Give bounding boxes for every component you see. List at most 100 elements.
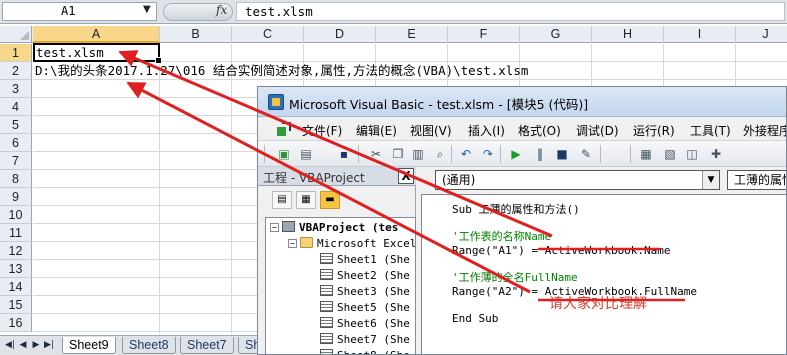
chevron-down-icon[interactable]: ▼: [702, 171, 719, 189]
row-header-8[interactable]: 8: [0, 170, 32, 188]
tree-sheet-4[interactable]: Sheet5 (She: [320, 300, 410, 316]
code-comment-line[interactable]: '工作薄的全名FullName: [452, 271, 578, 285]
code-line[interactable]: End Sub: [452, 312, 498, 326]
column-header-j[interactable]: J: [736, 26, 787, 43]
redo-icon[interactable]: ↷: [480, 146, 496, 162]
tree-sheet-2[interactable]: Sheet2 (She: [320, 268, 410, 284]
row-header-7[interactable]: 7: [0, 152, 32, 170]
column-header: ABCDEFGHIJ: [0, 26, 787, 43]
row-header-13[interactable]: 13: [0, 260, 32, 278]
menu-item-8[interactable]: 外接程序: [743, 122, 786, 139]
tree-sheet-3[interactable]: Sheet3 (She: [320, 284, 410, 300]
name-box[interactable]: A1: [2, 2, 157, 21]
tree-excel-objects-label: Microsoft Excel: [317, 237, 416, 250]
name-box-dropdown-icon[interactable]: ▼: [143, 4, 151, 15]
code-line[interactable]: Sub 工薄的属性和方法(): [452, 203, 580, 217]
column-header-a[interactable]: A: [33, 26, 160, 43]
column-gridline: [159, 44, 160, 334]
column-header-h[interactable]: H: [592, 26, 664, 43]
menu-item-7[interactable]: 工具(T): [690, 122, 731, 139]
view-code-icon[interactable]: ▤: [272, 191, 292, 209]
undo-icon[interactable]: ↶: [458, 146, 474, 162]
menu-item-6[interactable]: 运行(R): [633, 122, 675, 139]
row-header-2[interactable]: 2: [0, 62, 32, 80]
column-header-b[interactable]: B: [160, 26, 232, 43]
row-header-3[interactable]: 3: [0, 80, 32, 98]
tree-sheet-1[interactable]: Sheet1 (She: [320, 252, 410, 268]
row-header-11[interactable]: 11: [0, 224, 32, 242]
tree-sheet-2-label: Sheet2 (She: [337, 269, 410, 282]
object-dropdown[interactable]: (通用) ▼: [435, 170, 720, 190]
collapse-toggle-icon[interactable]: −: [270, 223, 279, 232]
properties-icon[interactable]: ▧: [662, 146, 678, 162]
cell-a2[interactable]: D:\我的头条2017.1.27\016 结合实例简述对象,属性,方法的概念(V…: [35, 62, 528, 80]
design-mode-icon[interactable]: ✎: [578, 146, 594, 162]
project-explorer-icon[interactable]: ▦: [638, 146, 654, 162]
project-explorer-close-button[interactable]: X: [398, 168, 414, 184]
menu-item-3[interactable]: 插入(I): [468, 122, 505, 139]
last-sheet-icon[interactable]: ▶|: [43, 339, 55, 352]
prev-sheet-icon[interactable]: ◀: [17, 339, 29, 352]
menu-item-2[interactable]: 视图(V): [410, 122, 452, 139]
excel-icon[interactable]: ▣: [276, 146, 292, 162]
tree-sheet-5[interactable]: Sheet6 (She: [320, 316, 410, 332]
menu-item-1[interactable]: 编辑(E): [356, 122, 397, 139]
paste-icon[interactable]: ▥: [410, 146, 426, 162]
column-header-f[interactable]: F: [448, 26, 520, 43]
tree-vbaproject[interactable]: − VBAProject (tes: [270, 220, 398, 236]
insert-module-icon[interactable]: ▤: [298, 146, 314, 162]
tree-sheet-7[interactable]: Sheet8 (She: [320, 348, 410, 354]
tree-excel-objects[interactable]: − Microsoft Excel: [288, 236, 416, 252]
sheet-icon: [320, 301, 333, 312]
vba-title-bar[interactable]: Microsoft Visual Basic - test.xlsm - [模块…: [258, 87, 786, 117]
row-header-9[interactable]: 9: [0, 188, 32, 206]
row-header-14[interactable]: 14: [0, 278, 32, 296]
project-explorer: 工程 - VBAProject X ▤ ▦ ▬ − VBAProject (tes…: [258, 167, 416, 354]
select-all-button[interactable]: [0, 26, 32, 43]
procedure-dropdown[interactable]: 工薄的属性: [727, 170, 786, 190]
row-header-4[interactable]: 4: [0, 98, 32, 116]
tree-sheet-4-label: Sheet5 (She: [337, 301, 410, 314]
sheet-tab-sheet7[interactable]: Sheet7: [180, 337, 234, 354]
column-header-c[interactable]: C: [232, 26, 304, 43]
sheet-icon: [320, 349, 333, 354]
reset-icon[interactable]: ■: [554, 146, 570, 162]
row-header-6[interactable]: 6: [0, 134, 32, 152]
column-header-i[interactable]: I: [664, 26, 736, 43]
view-object-icon[interactable]: ▦: [296, 191, 316, 209]
object-browser-icon[interactable]: ◫: [684, 146, 700, 162]
sheet-tab-sheet9[interactable]: Sheet9: [62, 337, 116, 354]
collapse-toggle-icon[interactable]: −: [288, 239, 297, 248]
row-header-12[interactable]: 12: [0, 242, 32, 260]
toolbar-separator: [630, 145, 631, 163]
cell-a1[interactable]: test.xlsm: [33, 43, 162, 64]
run-icon[interactable]: ▶: [508, 146, 524, 162]
find-icon[interactable]: ⌕: [432, 146, 448, 162]
sheet-tab-sheet8[interactable]: Sheet8: [122, 337, 176, 354]
code-comment-line[interactable]: '工作表的名称Name: [452, 230, 551, 244]
first-sheet-icon[interactable]: ◀|: [4, 339, 16, 352]
insert-function-icon[interactable]: fx: [216, 3, 227, 17]
column-header-g[interactable]: G: [520, 26, 592, 43]
toggle-folders-icon[interactable]: ▬: [320, 191, 340, 209]
row-header-5[interactable]: 5: [0, 116, 32, 134]
menu-item-5[interactable]: 调试(D): [576, 122, 619, 139]
row-header-1[interactable]: 1: [0, 44, 32, 62]
cut-icon[interactable]: ✂: [368, 146, 384, 162]
toolbox-icon[interactable]: ✚: [708, 146, 724, 162]
copy-icon[interactable]: ❐: [390, 146, 406, 162]
row-header-10[interactable]: 10: [0, 206, 32, 224]
row-header-15[interactable]: 15: [0, 296, 32, 314]
menu-item-0[interactable]: 文件(F): [302, 122, 342, 139]
formula-input[interactable]: test.xlsm: [236, 2, 785, 21]
code-line[interactable]: Range("A1") = ActiveWorkbook.Name: [452, 244, 671, 258]
row-header-16[interactable]: 16: [0, 314, 32, 332]
column-header-e[interactable]: E: [376, 26, 448, 43]
save-icon[interactable]: ▪: [336, 146, 352, 162]
break-icon[interactable]: ‖: [532, 146, 548, 162]
column-header-d[interactable]: D: [304, 26, 376, 43]
code-editor[interactable]: Sub 工薄的属性和方法() '工作表的名称Name Range("A1") = A…: [421, 194, 786, 354]
next-sheet-icon[interactable]: ▶: [30, 339, 42, 352]
menu-item-4[interactable]: 格式(O): [518, 122, 561, 139]
tree-sheet-6[interactable]: Sheet7 (She: [320, 332, 410, 348]
